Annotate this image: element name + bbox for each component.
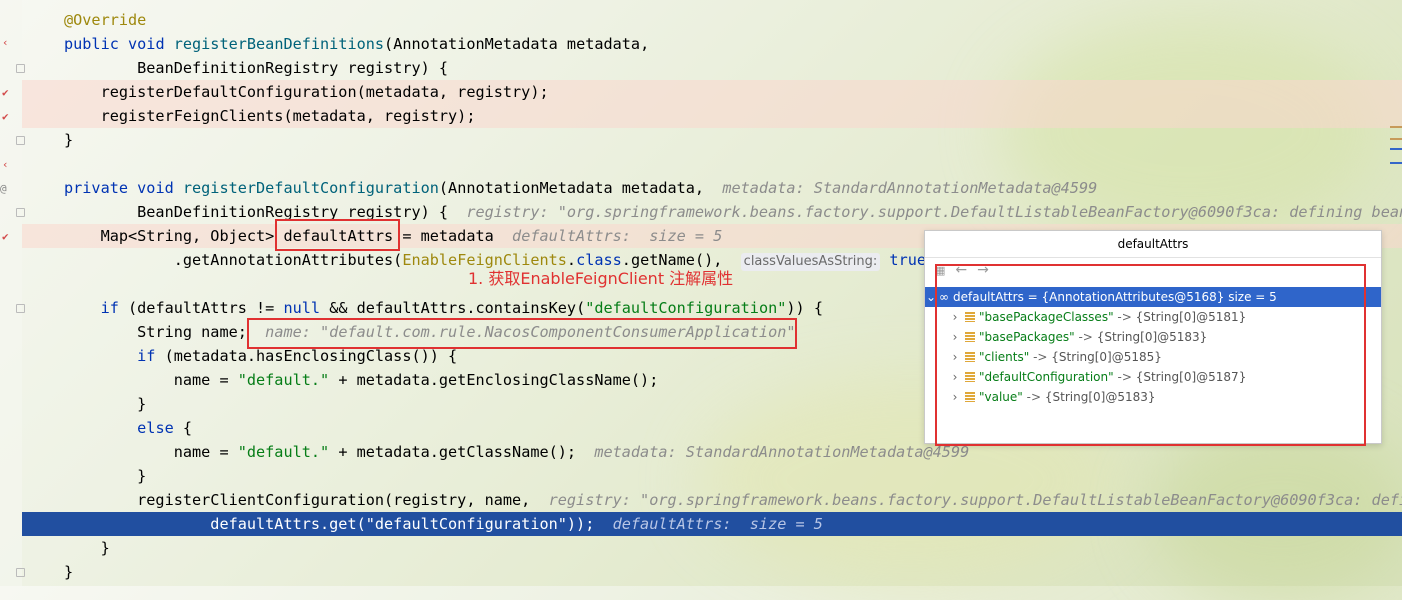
code-token: } <box>64 131 74 149</box>
code-token: + metadata.getClassName(); <box>329 443 595 461</box>
code-token: BeanDefinitionRegistry registry) { <box>64 203 467 221</box>
code-line[interactable]: BeanDefinitionRegistry registry) { <box>64 56 448 80</box>
fold-icon[interactable] <box>16 208 25 217</box>
code-token: true <box>889 251 926 269</box>
code-token: name = <box>64 443 238 461</box>
inline-debug-value: defaultAttrs: size = 5 <box>612 515 823 533</box>
code-token: "default." <box>237 443 330 461</box>
code-token: defaultAttrs.get("defaultConfiguration")… <box>64 515 613 533</box>
code-line[interactable]: else { <box>64 416 192 440</box>
code-token: (metadata.hasEnclosingClass()) { <box>164 347 458 365</box>
scroll-marker <box>1390 126 1402 128</box>
code-token: registerBeanDefinitions <box>173 35 385 53</box>
code-token: BeanDefinitionRegistry registry) { <box>64 59 449 77</box>
code-line[interactable]: public void registerBeanDefinitions(Anno… <box>64 32 649 56</box>
code-line[interactable]: registerClientConfiguration(registry, na… <box>64 488 1402 512</box>
code-token: { <box>182 419 193 437</box>
popup-title: defaultAttrs <box>925 231 1381 258</box>
code-line[interactable]: } <box>64 560 73 584</box>
code-token: registerDefaultConfiguration(metadata, r… <box>64 83 549 101</box>
annotation-box-name-hint <box>247 318 797 349</box>
code-line[interactable]: @Override <box>64 8 146 32</box>
code-token: (AnnotationMetadata metadata, <box>438 179 723 197</box>
annotation-box-popup <box>935 264 1366 446</box>
fold-icon[interactable] <box>16 64 25 73</box>
scroll-marker <box>1390 162 1402 164</box>
code-line[interactable]: } <box>64 536 110 560</box>
code-token: if <box>137 347 165 365</box>
code-line[interactable]: name = "default." + metadata.getClassNam… <box>64 440 970 464</box>
override-marker-icon: @ <box>0 182 7 195</box>
annotation-box-defaultattrs <box>275 219 400 251</box>
code-token: registerFeignClients(metadata, registry)… <box>64 107 476 125</box>
code-token: else <box>137 419 183 437</box>
code-line[interactable]: defaultAttrs.get("defaultConfiguration")… <box>64 512 823 536</box>
code-token: private <box>64 179 138 197</box>
fold-icon[interactable] <box>16 304 25 313</box>
code-token: void <box>137 179 183 197</box>
code-token: "defaultConfiguration" <box>585 299 787 317</box>
code-token: name = <box>64 371 238 389</box>
code-token: public <box>64 35 129 53</box>
code-line[interactable]: if (defaultAttrs != null && defaultAttrs… <box>64 296 823 320</box>
code-token: } <box>64 467 147 485</box>
code-token: } <box>64 539 110 557</box>
breakpoint-icon[interactable]: ✔ <box>2 230 9 243</box>
code-token: "default." <box>237 371 330 389</box>
code-token: @Override <box>64 11 147 29</box>
fold-icon[interactable] <box>16 136 25 145</box>
code-line[interactable]: private void registerDefaultConfiguratio… <box>64 176 1097 200</box>
scroll-marker <box>1390 138 1402 140</box>
parameter-hint: classValuesAsString: <box>740 253 881 271</box>
code-line[interactable]: registerFeignClients(metadata, registry)… <box>64 104 476 128</box>
code-token: + metadata.getEnclosingClassName(); <box>329 371 659 389</box>
code-line[interactable]: name = "default." + metadata.getEnclosin… <box>64 368 659 392</box>
inline-debug-value: metadata: StandardAnnotationMetadata@459… <box>594 443 970 461</box>
code-token: .getAnnotationAttributes( <box>64 251 403 269</box>
code-line[interactable]: BeanDefinitionRegistry registry) { regis… <box>64 200 1402 224</box>
breakpoint-icon[interactable]: ✔ <box>2 110 9 123</box>
code-token: null <box>283 299 330 317</box>
breakpoint-icon[interactable]: ‹ <box>2 36 9 49</box>
code-token: && defaultAttrs.containsKey( <box>329 299 586 317</box>
code-token: registerDefaultConfiguration <box>182 179 439 197</box>
code-token: )) { <box>786 299 823 317</box>
code-line[interactable]: } <box>64 128 73 152</box>
code-line[interactable]: registerDefaultConfiguration(metadata, r… <box>64 80 549 104</box>
scroll-marker <box>1390 148 1402 150</box>
inline-debug-value: registry: "org.springframework.beans.fac… <box>548 491 1402 509</box>
code-token: (defaultAttrs != <box>128 299 284 317</box>
code-token: void <box>128 35 174 53</box>
code-token: String name; <box>64 323 266 341</box>
breakpoint-icon[interactable]: ✔ <box>2 86 9 99</box>
code-token: } <box>64 395 147 413</box>
inline-debug-value: metadata: StandardAnnotationMetadata@459… <box>722 179 1098 197</box>
code-token: } <box>64 563 74 581</box>
code-line[interactable]: } <box>64 392 146 416</box>
code-token: if <box>100 299 129 317</box>
annotation-label: 1. 获取EnableFeignClient 注解属性 <box>468 269 734 288</box>
gutter-arrow-icon: ‹ <box>2 158 9 171</box>
inline-debug-value: registry: "org.springframework.beans.fac… <box>466 203 1402 221</box>
code-token: registerClientConfiguration(registry, na… <box>64 491 549 509</box>
code-line[interactable]: } <box>64 464 146 488</box>
inline-debug-value: defaultAttrs: size = 5 <box>512 227 723 245</box>
code-token: (AnnotationMetadata metadata, <box>384 35 650 53</box>
fold-icon[interactable] <box>16 568 25 577</box>
